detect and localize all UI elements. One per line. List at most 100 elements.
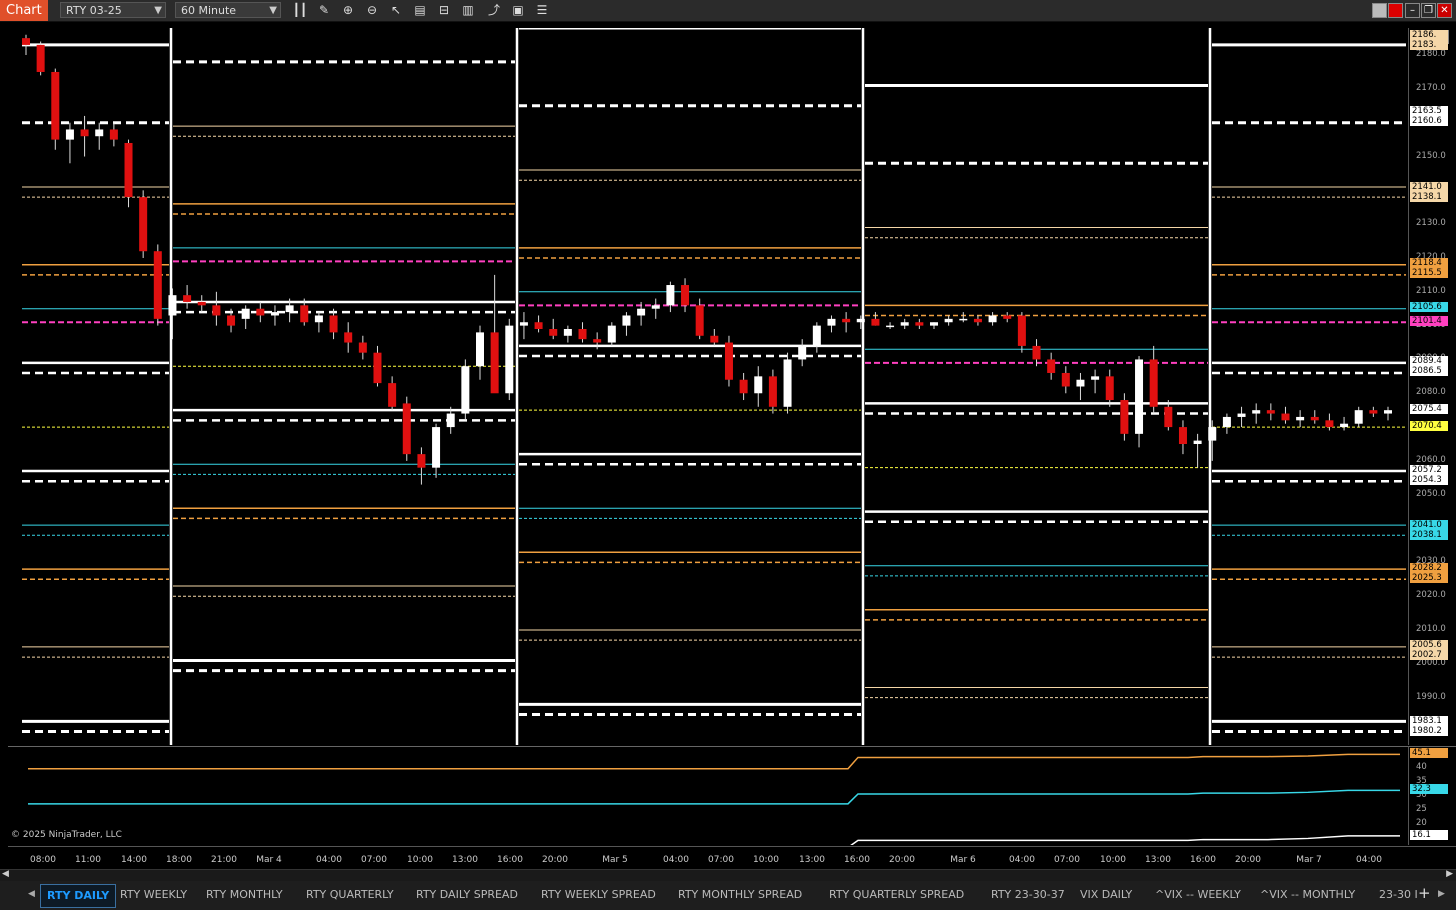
candle-body: [959, 318, 968, 321]
price-tick-label: 2130.0: [1416, 218, 1446, 229]
candle-body: [358, 342, 367, 353]
price-tag: 2070.4: [1410, 420, 1448, 431]
candle-body: [988, 315, 997, 323]
scroll-left-icon[interactable]: ◀: [2, 869, 9, 879]
price-tag: 2138.1: [1410, 191, 1448, 202]
candle-body: [1091, 376, 1100, 380]
candle-body: [930, 322, 938, 326]
candle-body: [51, 71, 60, 140]
price-tick-label: 2020.0: [1416, 590, 1446, 601]
candle-body: [915, 322, 924, 326]
chevron-down-icon: ▼: [154, 5, 162, 16]
tab-rty-weekly[interactable]: RTY WEEKLY: [120, 884, 187, 906]
time-tick-label: Mar 5: [602, 855, 628, 865]
price-tag: 2163.5: [1410, 105, 1448, 116]
tab-rty-weekly-spread[interactable]: RTY WEEKLY SPREAD: [541, 884, 656, 906]
price-chart-svg: [22, 26, 1406, 745]
time-tick-label: 21:00: [211, 855, 237, 865]
tab-rty-quarterly-spread[interactable]: RTY QUARTERLY SPREAD: [829, 884, 964, 906]
pencil-icon[interactable]: ✎: [316, 3, 332, 18]
candle-body: [1354, 410, 1363, 424]
price-tag: 1983.1: [1410, 715, 1448, 726]
candle-body: [1047, 359, 1056, 373]
chevron-down-icon: ▼: [269, 5, 277, 16]
zoom-in-icon[interactable]: ⊕: [340, 3, 356, 18]
time-tick-label: 04:00: [316, 855, 342, 865]
tab-scroll-left-icon[interactable]: ◀: [28, 889, 35, 899]
time-tick-label: 10:00: [1100, 855, 1126, 865]
chart-trader-icon[interactable]: ⊟: [436, 3, 452, 18]
candle-body: [798, 345, 807, 360]
strategies-icon[interactable]: ▥: [460, 3, 476, 18]
candle-body: [842, 318, 851, 323]
tab-rty-daily[interactable]: RTY DAILY: [40, 884, 117, 908]
add-tab-icon[interactable]: +: [1418, 884, 1431, 902]
link-color-icon[interactable]: [1372, 3, 1387, 18]
price-tag: 2101.4: [1410, 315, 1448, 326]
indicators-icon[interactable]: ⤴: [486, 3, 502, 18]
candle-body: [197, 301, 206, 306]
price-tick-label: 2050.0: [1416, 488, 1446, 499]
tab-vix-weekly[interactable]: ^VIX -- WEEKLY: [1155, 884, 1241, 906]
tab-rty-23-30-37[interactable]: RTY 23-30-37: [991, 884, 1065, 906]
tab-rty-quarterly[interactable]: RTY QUARTERLY: [306, 884, 394, 906]
interval-selector[interactable]: 60 Minute ▼: [175, 2, 281, 18]
instrument-link-icon[interactable]: [1388, 3, 1403, 18]
candle-body: [563, 329, 572, 336]
tab-vix-daily[interactable]: VIX DAILY: [1080, 884, 1132, 906]
indicator-series-line: [28, 753, 1400, 770]
pointer-icon[interactable]: ↖: [388, 3, 404, 18]
candle-body: [651, 305, 660, 309]
tab-scroll-right-icon[interactable]: ▶: [1438, 889, 1445, 899]
candle-body: [622, 315, 631, 326]
data-box-icon[interactable]: ▤: [412, 3, 428, 18]
candle-body: [432, 427, 441, 468]
tab-rty-monthly[interactable]: RTY MONTHLY: [206, 884, 283, 906]
tab-rty-daily-spread[interactable]: RTY DAILY SPREAD: [416, 884, 518, 906]
tab-vix-monthly[interactable]: ^VIX -- MONTHLY: [1260, 884, 1355, 906]
price-tag: 2118.4: [1410, 258, 1448, 269]
time-tick-label: Mar 7: [1296, 855, 1322, 865]
candle-body: [886, 325, 895, 328]
tab-23-30-i[interactable]: 23-30 I: [1379, 884, 1418, 906]
properties-icon[interactable]: ▣: [510, 3, 526, 18]
time-tick-label: 10:00: [753, 855, 779, 865]
price-chart-panel[interactable]: [8, 26, 1408, 745]
time-tick-label: 16:00: [497, 855, 523, 865]
time-tick-label: 16:00: [1190, 855, 1216, 865]
price-tag: 2075.4: [1410, 403, 1448, 414]
time-tick-label: 04:00: [663, 855, 689, 865]
price-tick-label: 2010.0: [1416, 624, 1446, 634]
candle-body: [344, 332, 353, 343]
close-icon[interactable]: ✕: [1437, 3, 1452, 18]
candle-body: [1369, 410, 1378, 414]
price-tag: 2086.5: [1410, 366, 1448, 377]
time-tick-label: 11:00: [75, 855, 101, 865]
candle-body: [80, 129, 89, 137]
maximize-icon[interactable]: ❐: [1421, 3, 1436, 18]
price-tick-label: 2180.0: [1416, 49, 1446, 60]
time-tick-label: Mar 6: [950, 855, 976, 865]
bar-type-icon[interactable]: ┃┃: [292, 3, 308, 18]
price-tag: 2115.5: [1410, 268, 1448, 279]
tab-rty-monthly-spread[interactable]: RTY MONTHLY SPREAD: [678, 884, 802, 906]
copyright-text: © 2025 NinjaTrader, LLC: [11, 830, 122, 840]
candle-body: [1164, 406, 1173, 428]
price-tag: 2105.6: [1410, 301, 1448, 312]
price-tag: 1980.2: [1410, 725, 1448, 736]
time-tick-label: 08:00: [30, 855, 56, 865]
templates-icon[interactable]: ☰: [534, 3, 550, 18]
candle-body: [124, 142, 133, 198]
minimize-icon[interactable]: –: [1405, 3, 1420, 18]
candle-body: [476, 332, 484, 367]
candle-body: [768, 376, 777, 407]
zoom-out-icon[interactable]: ⊖: [364, 3, 380, 18]
candle-body: [519, 322, 528, 326]
instrument-selector[interactable]: RTY 03-25 ▼: [60, 2, 166, 18]
candle-body: [1266, 410, 1275, 414]
scroll-right-icon[interactable]: ▶: [1446, 869, 1453, 879]
candle-body: [534, 322, 543, 330]
indicator-tick-label: 40: [1416, 761, 1427, 772]
indicator-panel[interactable]: [8, 746, 1408, 849]
time-tick-label: 20:00: [542, 855, 568, 865]
